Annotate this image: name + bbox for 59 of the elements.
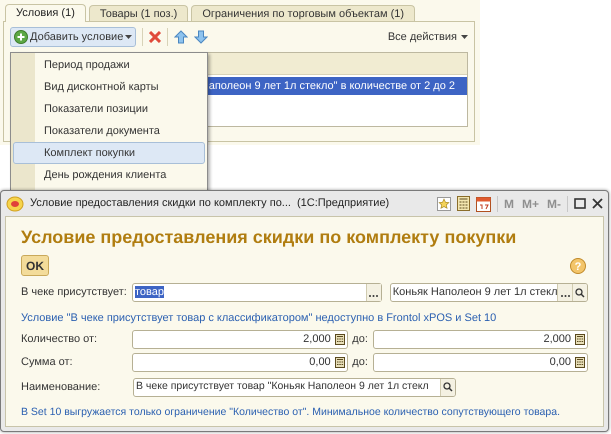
calculator-icon[interactable] — [456, 196, 470, 211]
number-field[interactable]: 0,00 — [132, 352, 348, 372]
field-label: Наименование: — [21, 380, 102, 395]
close-icon[interactable] — [592, 198, 603, 209]
caret-icon — [461, 35, 468, 39]
field-value: В чеке присутствует товар "Коньяк Наполеон 9 лет 1л стекл — [135, 379, 430, 394]
up-arrow-icon[interactable] — [174, 30, 188, 44]
calendar-icon[interactable] — [476, 196, 491, 212]
menu-item[interactable]: Комплект покупки — [13, 142, 205, 164]
name-field[interactable]: В чеке присутствует товар "Коньяк Наполеон 9 лет 1л стекл — [133, 378, 456, 396]
star-icon[interactable] — [436, 196, 451, 210]
menu-item[interactable]: Показатели позиции — [35, 98, 207, 120]
calculator-icon[interactable] — [575, 356, 585, 368]
field-label: Количество от: — [21, 332, 98, 347]
form-heading: Условие предоставления скидки по комплекту покупки — [21, 226, 518, 249]
menu-item[interactable]: Вид дисконтной карты — [35, 76, 207, 98]
tab[interactable]: Товары (1 поз.) — [88, 5, 188, 21]
search-icon — [575, 288, 585, 298]
select-button[interactable] — [557, 284, 572, 301]
field-value: товар — [135, 286, 164, 298]
maximize-icon[interactable] — [574, 198, 586, 209]
add-condition-button[interactable]: Добавить условие — [10, 27, 136, 47]
product-group-field[interactable]: товар — [132, 283, 382, 302]
plus-icon — [14, 30, 28, 44]
info-note: В Set 10 выгружается только ограничение "Количество от". Минимальное количество сопутствующего товара. — [21, 404, 561, 420]
tab[interactable]: Ограничения по торговым объектам (1) — [191, 5, 416, 21]
search-icon — [443, 382, 453, 392]
all-actions-button[interactable]: Все действия — [388, 28, 468, 46]
number-field[interactable]: 2,000 — [372, 330, 588, 348]
search-button[interactable] — [440, 378, 455, 396]
menu-item[interactable]: Период продажи — [35, 54, 207, 76]
calculator-icon[interactable] — [575, 334, 585, 344]
tab[interactable]: Условия (1) — [5, 4, 86, 22]
field-label: до: — [351, 354, 369, 370]
menu-item[interactable]: День рождения клиента — [35, 164, 207, 186]
ok-button[interactable]: OK — [21, 255, 49, 276]
field-value: 0,00 — [548, 354, 572, 370]
window-title: Условие предоставления скидки по комплекту по... — [30, 196, 291, 212]
field-value: 2,000 — [542, 332, 572, 347]
number-field[interactable]: 2,000 — [132, 330, 348, 348]
calculator-icon[interactable] — [334, 334, 345, 344]
number-field[interactable]: 0,00 — [372, 352, 588, 372]
field-label: В чеке присутствует: — [21, 285, 128, 300]
field-label: Сумма от: — [21, 354, 74, 370]
info-note: Условие "В чеке присутствует товар с классификатором" недоступно в Frontol xPOS и Set 10 — [21, 311, 498, 326]
menu-item[interactable]: Показатели документа — [35, 120, 207, 142]
app-name: (1С:Предприятие) — [296, 196, 390, 212]
field-value: 0,00 — [308, 354, 332, 370]
field-value: Коньяк Наполеон 9 лет 1л стекл — [392, 285, 557, 300]
select-button[interactable] — [366, 284, 381, 301]
product-field[interactable]: Коньяк Наполеон 9 лет 1л стекл — [390, 283, 588, 302]
delete-icon[interactable] — [149, 31, 162, 43]
calculator-icon[interactable] — [334, 356, 345, 368]
caret-icon — [125, 35, 132, 39]
field-value: 2,000 — [302, 332, 332, 347]
down-arrow-icon[interactable] — [194, 30, 208, 44]
search-button[interactable] — [572, 284, 587, 301]
app-logo-icon — [6, 196, 24, 212]
field-label: до: — [351, 332, 369, 347]
